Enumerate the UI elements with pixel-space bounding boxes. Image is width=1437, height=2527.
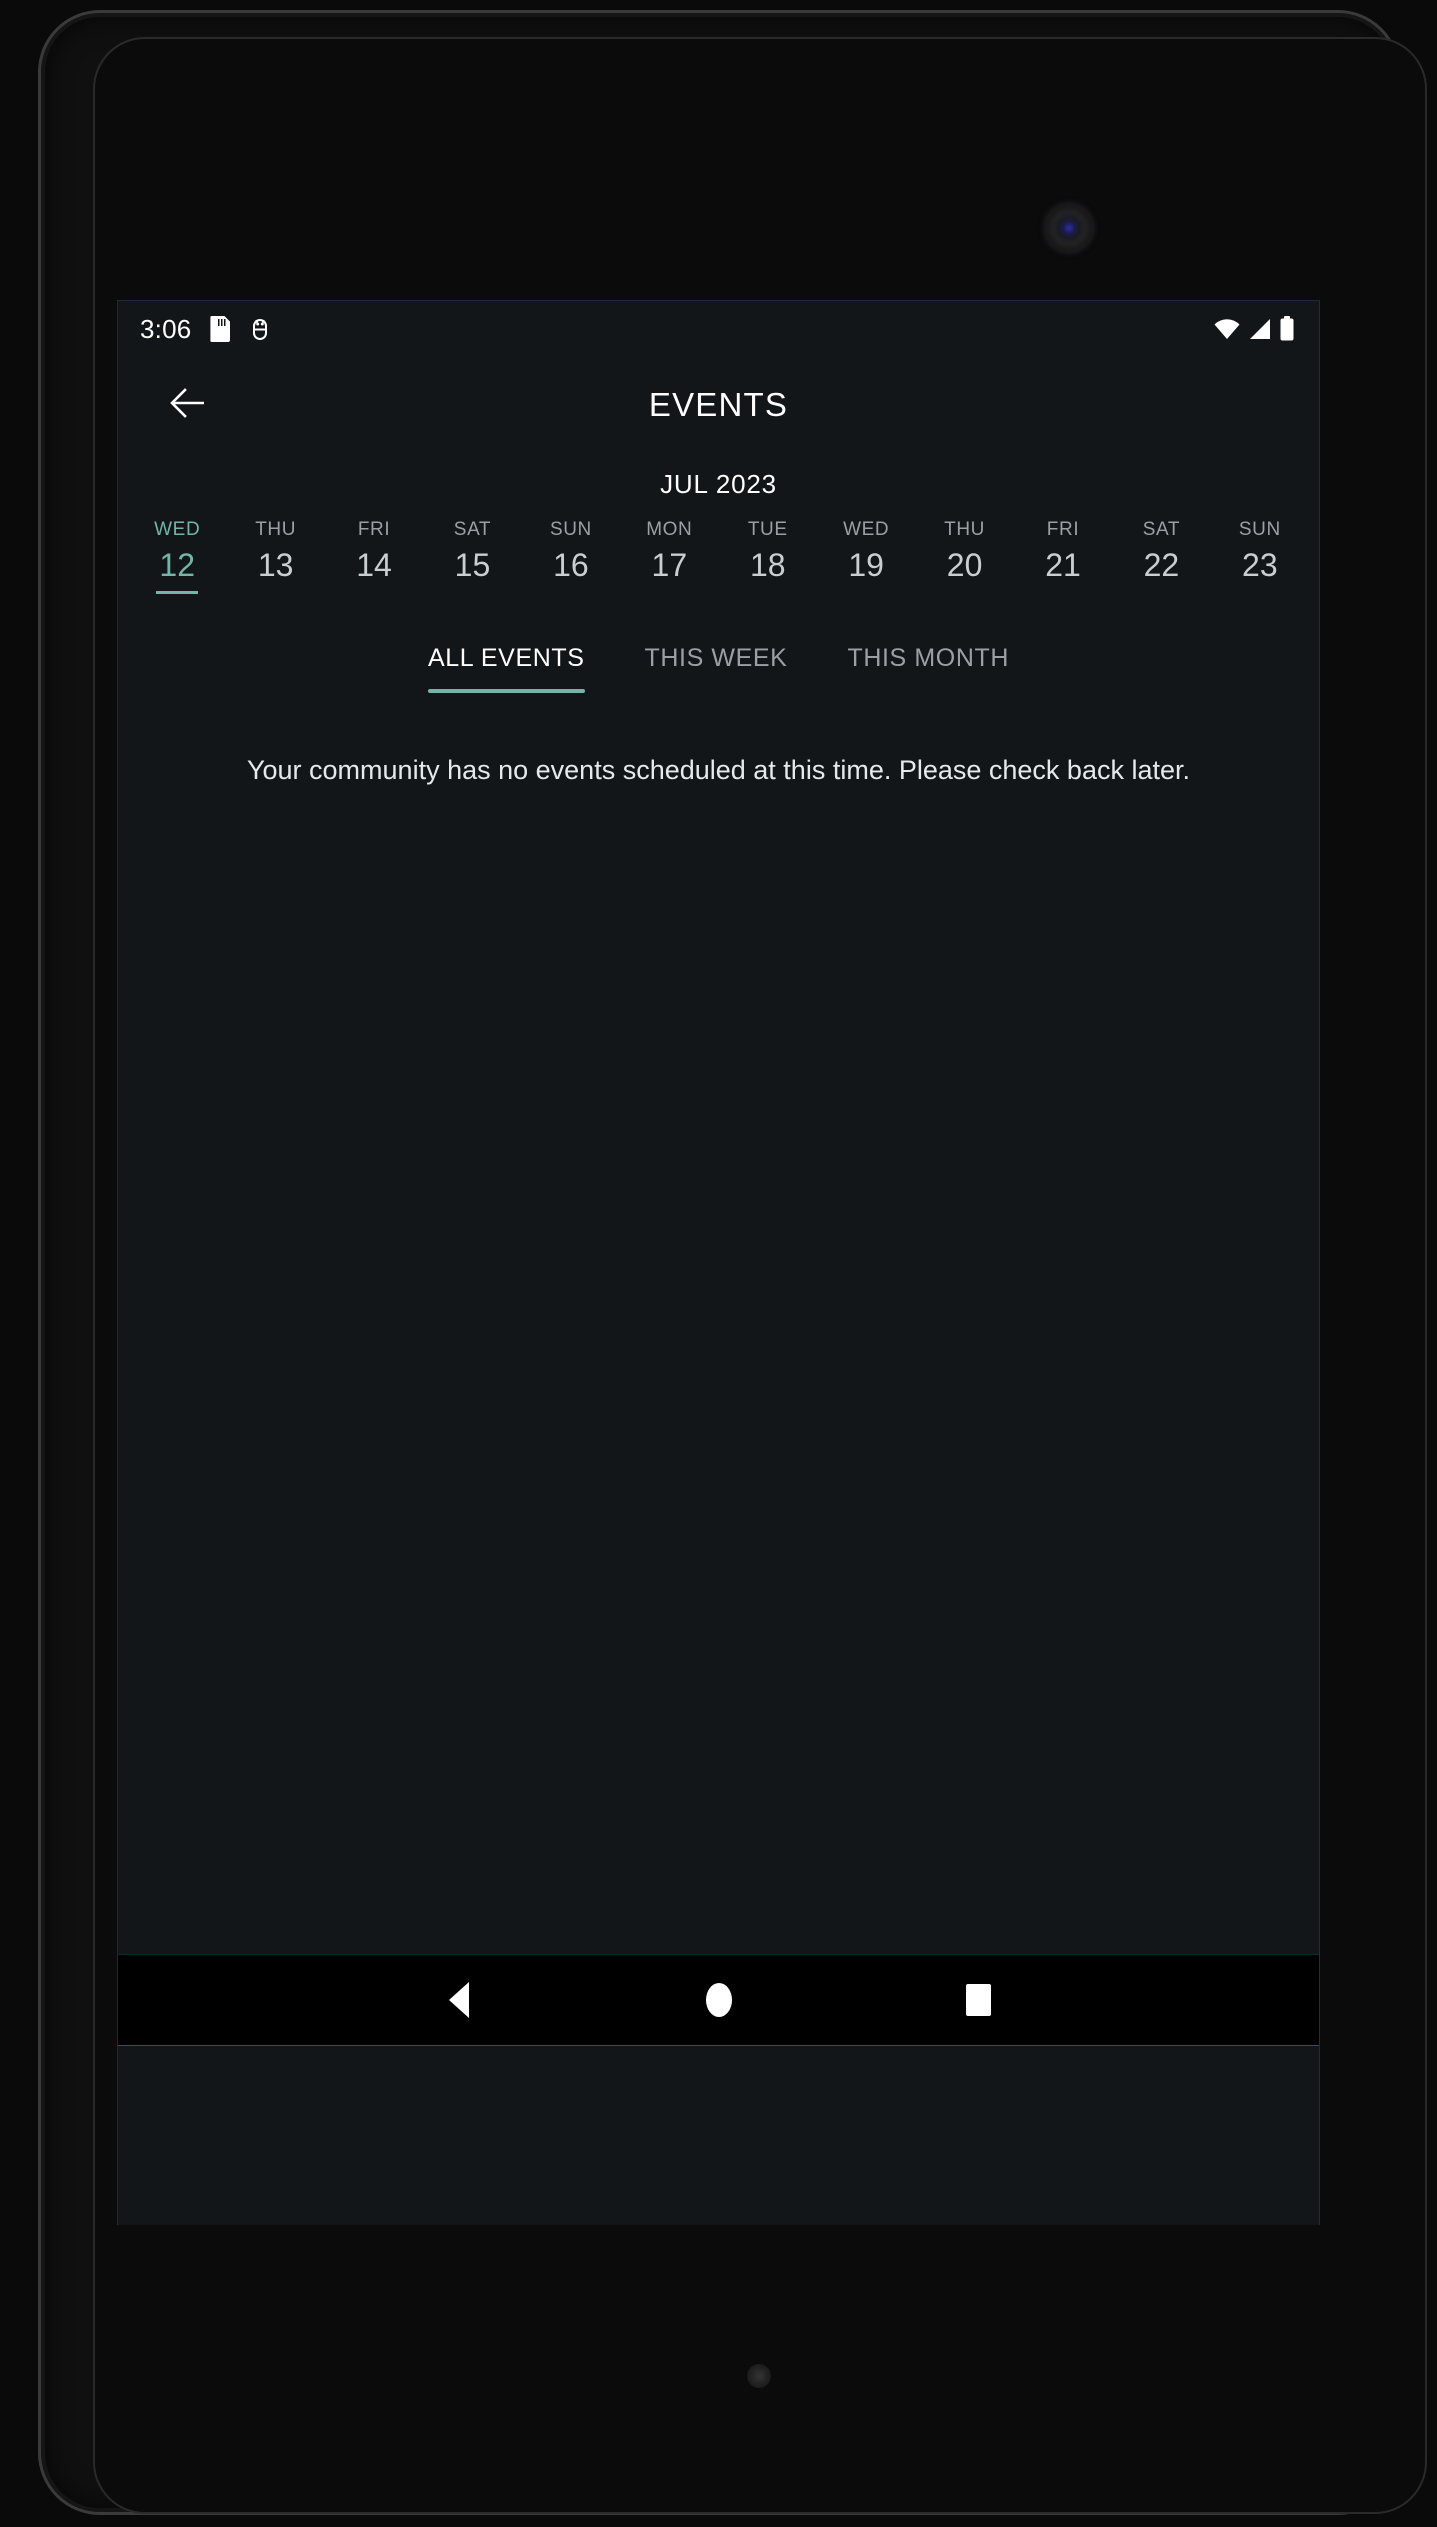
date-strip[interactable]: WED 12 THU 13 FRI 14 SAT 15 SUN 16 MON 17 TUE 18 WED 19… [118,504,1319,600]
tab-bar[interactable]: ALL EVENTS THIS WEEK THIS MONTH [118,634,1319,693]
tab-underline [847,689,1009,693]
status-bar-right [1213,316,1295,342]
nav-home-button[interactable] [644,1954,794,2046]
home-circle-icon [705,1982,732,2017]
empty-state-message: Your community has no events scheduled a… [246,754,1190,785]
date-dow-label: MON [646,519,693,540]
date-cell-14[interactable]: FRI 14 [325,518,423,600]
status-clock: 3:06 [140,314,192,344]
date-cell-15[interactable]: SAT 15 [423,518,521,600]
date-dow-label: FRI [357,519,391,540]
date-number-label: 12 [156,544,198,594]
tab-underline [428,688,585,693]
date-number-label: 13 [257,546,294,583]
phone-screen: 3:06 EVENTS JUL 2023 WED 12 THU 13 FRI 1… [117,300,1320,2225]
back-triangle-icon [448,1981,469,2018]
android-debug-icon [249,317,271,342]
date-dow-label: THU [255,519,297,540]
status-bar: 3:06 [118,301,1319,357]
android-nav-bar [118,1953,1319,2046]
date-dow-label: FRI [1046,519,1080,540]
date-cell-18[interactable]: TUE 18 [719,518,817,600]
camera-lens [1062,221,1076,235]
cellular-signal-icon [1248,318,1272,340]
date-dow-label: SAT [1142,519,1181,540]
front-camera-icon [1044,203,1094,253]
microphone-icon [747,2364,771,2388]
date-dow-label: SUN [1238,519,1281,540]
battery-icon [1279,316,1295,342]
date-number-label: 16 [553,546,589,583]
date-number-label: 17 [651,546,688,583]
date-cell-17[interactable]: MON 17 [620,518,718,600]
date-dow-label: WED [154,519,201,540]
tab-underline [645,689,788,693]
tab-all-events[interactable]: ALL EVENTS [398,634,615,693]
date-cell-20[interactable]: THU 20 [915,518,1013,600]
date-cell-16[interactable]: SUN 16 [522,518,620,600]
date-number-label: 14 [356,546,392,583]
date-cell-12[interactable]: WED 12 [128,518,226,600]
date-number-label: 22 [1143,546,1180,583]
tab-this-month[interactable]: THIS MONTH [817,634,1039,693]
back-button[interactable] [160,377,216,433]
app-bar: EVENTS [118,357,1319,453]
nav-back-button[interactable] [384,1954,534,2046]
nav-recents-button[interactable] [904,1954,1054,2046]
tab-label: ALL EVENTS [428,643,585,672]
date-number-label: 23 [1242,546,1278,583]
recents-square-icon [966,1983,991,2016]
tab-label: THIS WEEK [644,643,788,672]
sd-card-icon [210,316,231,342]
date-number-label: 18 [749,546,786,583]
device-frame: 3:06 EVENTS JUL 2023 WED 12 THU 13 FRI 1… [0,0,1437,2527]
date-dow-label: THU [944,519,986,540]
date-number-label: 20 [946,546,983,583]
date-number-label: 21 [1045,546,1081,583]
date-dow-label: WED [843,519,890,540]
date-dow-label: SAT [453,519,492,540]
date-cell-13[interactable]: THU 13 [226,518,324,600]
date-number-label: 19 [848,546,884,583]
tab-label: THIS MONTH [847,643,1009,672]
date-cell-21[interactable]: FRI 21 [1014,518,1112,600]
status-bar-left: 3:06 [140,316,271,342]
tab-this-week[interactable]: THIS WEEK [615,634,818,693]
arrow-left-icon [169,387,207,424]
page-title: EVENTS [648,386,789,423]
month-label: JUL 2023 [660,469,777,499]
date-dow-label: TUE [747,519,788,540]
wifi-icon [1213,318,1241,340]
date-dow-label: SUN [549,519,592,540]
content-area: Your community has no events scheduled a… [118,750,1319,2046]
date-cell-23[interactable]: SUN 23 [1211,518,1309,600]
date-cell-19[interactable]: WED 19 [817,518,915,600]
date-number-label: 15 [454,546,491,583]
date-cell-22[interactable]: SAT 22 [1112,518,1210,600]
